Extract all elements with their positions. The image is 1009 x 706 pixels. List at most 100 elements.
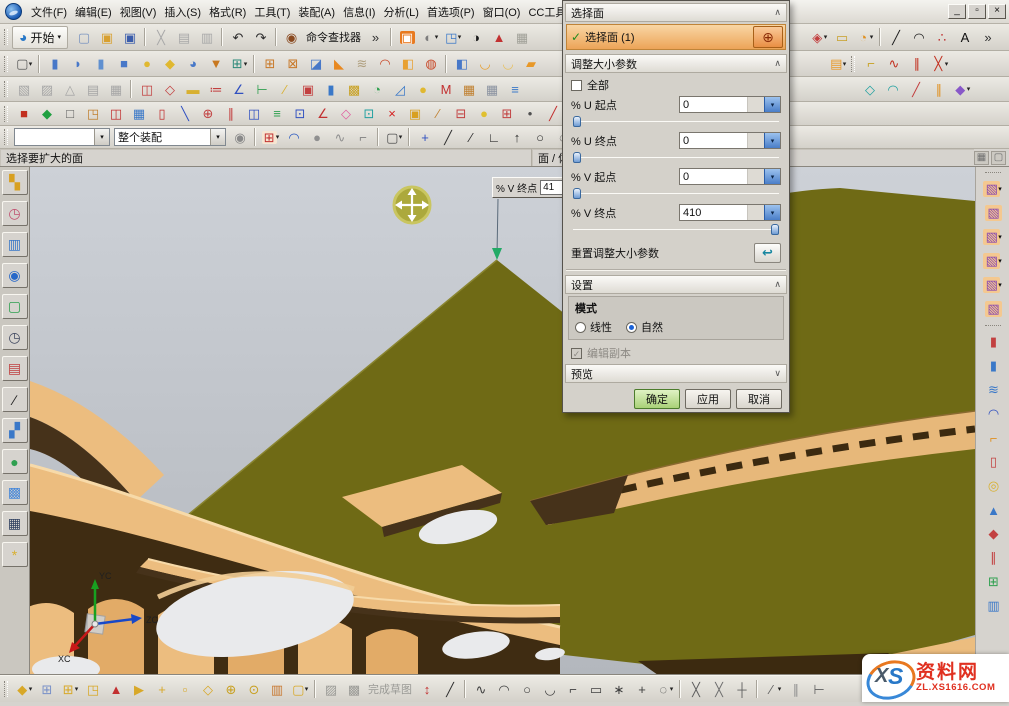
value-spinbox[interactable]: 0 ▾ <box>679 168 781 185</box>
delete-icon[interactable]: × <box>380 103 403 125</box>
refresh-view-icon[interactable]: ■ <box>12 103 35 125</box>
arc-select-icon[interactable]: ◠ <box>282 126 305 148</box>
thicken-icon[interactable]: ▰ <box>519 53 542 75</box>
boss-icon[interactable]: ◆ <box>158 53 181 75</box>
move-face-icon[interactable]: ▧▾ <box>979 177 1006 201</box>
brush-icon[interactable]: ∕ <box>426 103 449 125</box>
new-file-icon[interactable]: ▢ <box>72 26 95 48</box>
menu-item[interactable]: 装配(A) <box>294 1 339 23</box>
redo-icon[interactable]: ↷ <box>249 26 272 48</box>
menu-item[interactable]: 首选项(P) <box>423 1 479 23</box>
frame-display-icon[interactable]: ▢ <box>991 151 1006 165</box>
value-input[interactable]: 0 <box>680 97 748 112</box>
menu-item[interactable]: 视图(V) <box>116 1 161 23</box>
fillet-icon[interactable]: ◡ <box>538 678 561 700</box>
clip-section-icon[interactable]: ◫ <box>104 103 127 125</box>
ruler-icon[interactable]: ▭ <box>830 26 853 48</box>
cavity-icon[interactable]: ▥ <box>979 594 1006 618</box>
command-finder-icon[interactable]: ◉ <box>280 26 303 48</box>
paste-icon[interactable]: ▥ <box>195 26 218 48</box>
teal-arc-icon[interactable]: ◠ <box>881 78 904 100</box>
bolt-icon[interactable]: ▮ <box>979 330 1006 354</box>
new-parent-icon[interactable]: + <box>150 678 173 700</box>
level-icon[interactable]: ⊢ <box>250 78 273 100</box>
arc-icon[interactable]: ◠ <box>492 678 515 700</box>
mirror-assembly-icon[interactable]: ▲ <box>104 678 127 700</box>
constraint-navigator-tab[interactable]: ◷ <box>2 201 28 226</box>
snap-midpoint-icon[interactable]: ∕ <box>459 126 482 148</box>
start-button[interactable]: ◕ 开始 ▾ <box>12 26 68 49</box>
pattern-face-icon[interactable]: ▧ <box>979 297 1006 321</box>
find-component-icon[interactable]: ◆▾ <box>12 678 35 700</box>
text-icon[interactable]: A <box>953 26 976 48</box>
slash-red-icon[interactable]: ╱ <box>541 103 564 125</box>
templates-tab[interactable]: ▦ <box>2 511 28 536</box>
minimize-button[interactable]: _ <box>948 4 966 19</box>
draft-icon[interactable]: ◣ <box>327 53 350 75</box>
reset-button[interactable]: ↩ <box>754 243 781 263</box>
parallel-curve-icon[interactable]: ∥ <box>905 53 928 75</box>
sketch-constraint-icon[interactable]: ∕▾ <box>761 678 784 700</box>
view-cube-icon[interactable]: ◳▾ <box>441 26 464 48</box>
stack-icon[interactable]: ▦ <box>104 78 127 100</box>
open-folder-icon[interactable]: ▣ <box>403 103 426 125</box>
menu-item[interactable]: 信息(I) <box>339 1 379 23</box>
history-tab[interactable]: ◷ <box>2 325 28 350</box>
substitute-icon[interactable]: ▫ <box>173 678 196 700</box>
make-corner-icon[interactable]: ┼ <box>730 678 753 700</box>
toolbar-grip[interactable] <box>4 81 8 97</box>
graphics-window[interactable]: ZC YC XC % V 终点 41 <box>30 167 975 675</box>
slider-thumb[interactable] <box>573 188 581 199</box>
copy-icon[interactable]: ▤ <box>172 26 195 48</box>
dimension-icon[interactable]: ⊢ <box>807 678 830 700</box>
spinner-button[interactable]: ▾ <box>764 205 780 220</box>
settings-section-header[interactable]: 设置 ∧ <box>565 275 787 294</box>
mode-option[interactable]: 自然 <box>626 319 663 335</box>
radio-button[interactable] <box>575 322 586 333</box>
calculator-icon[interactable]: ▦ <box>457 78 480 100</box>
3d-scene[interactable]: ZC YC XC <box>30 167 975 675</box>
mode-option[interactable]: 线性 <box>575 319 612 335</box>
remember-constraints-icon[interactable]: ⊙ <box>242 678 265 700</box>
cylinder-check-icon[interactable]: ▮ <box>319 78 342 100</box>
toolbar-grip[interactable] <box>4 29 8 45</box>
locating-ring-icon[interactable]: ◎ <box>979 474 1006 498</box>
menu-item[interactable]: 格式(R) <box>205 1 250 23</box>
measure-body-icon[interactable]: M <box>434 78 457 100</box>
open-file-icon[interactable]: ▣ <box>95 26 118 48</box>
profile-icon[interactable]: ∿ <box>469 678 492 700</box>
finish-sketch-icon[interactable]: ▩ <box>342 678 365 700</box>
sphere-icon[interactable]: ● <box>135 53 158 75</box>
finish-sketch-label[interactable]: 完成草图 <box>368 681 412 697</box>
geometric-constraint-icon[interactable]: ∥ <box>784 678 807 700</box>
line-blue-icon[interactable]: ╲ <box>173 103 196 125</box>
io-box-icon[interactable]: ⊟ <box>449 103 472 125</box>
sketch-icon[interactable]: ▢▾ <box>12 53 35 75</box>
split-window-icon[interactable]: ◫ <box>242 103 265 125</box>
subtract-icon[interactable]: ⊠ <box>281 53 304 75</box>
fit-view-icon[interactable]: ◆ <box>35 103 58 125</box>
value-slider[interactable] <box>573 151 779 164</box>
yellow-ball-icon[interactable]: ● <box>472 103 495 125</box>
point-icon[interactable]: + <box>630 678 653 700</box>
slope-icon[interactable]: ◿ <box>388 78 411 100</box>
toolbar-grip[interactable] <box>851 56 855 72</box>
guide-curve-icon[interactable]: ◠ <box>979 402 1006 426</box>
ruler-pen-icon[interactable]: ∕ <box>273 78 296 100</box>
angle-icon[interactable]: ∠ <box>227 78 250 100</box>
wire-cube-icon[interactable]: ⊞ <box>495 103 518 125</box>
hole-icon[interactable]: ▼ <box>204 53 227 75</box>
studio-spline-icon[interactable]: ∿ <box>882 53 905 75</box>
value-slider[interactable] <box>573 223 779 236</box>
grid-display-icon[interactable]: ▦ <box>974 151 989 165</box>
shaded-display-icon[interactable]: ◐▾ <box>418 26 441 48</box>
offset-curve-icon[interactable]: ◌▾ <box>653 678 676 700</box>
offset-region-icon[interactable]: ▧▾ <box>979 249 1006 273</box>
value-input[interactable]: 0 <box>680 133 748 148</box>
add-component-icon[interactable]: ⊞▾ <box>58 678 81 700</box>
deviation-icon[interactable]: ◇ <box>158 78 181 100</box>
delete-face-icon[interactable]: ▧ <box>979 201 1006 225</box>
value-spinbox[interactable]: 0 ▾ <box>679 96 781 113</box>
slider-thumb[interactable] <box>573 152 581 163</box>
point-list-icon[interactable]: ≔ <box>204 78 227 100</box>
